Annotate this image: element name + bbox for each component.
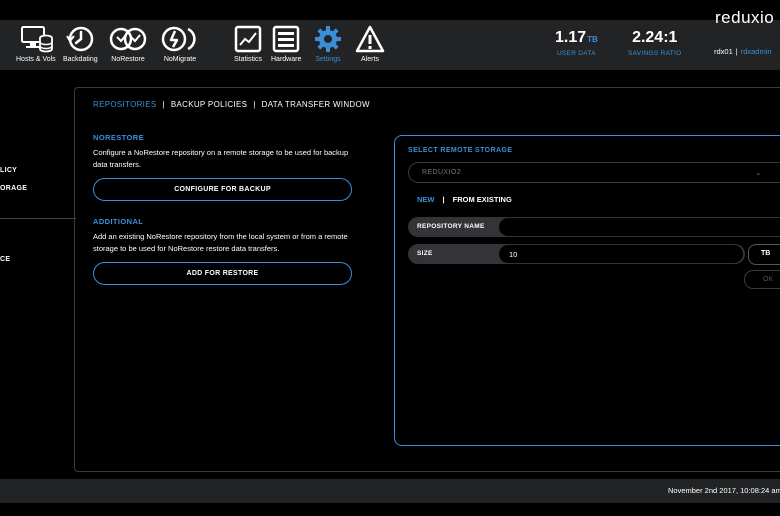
tab-data-transfer-window[interactable]: DATA TRANSFER WINDOW <box>262 100 370 109</box>
session-info: rdx01 | rdxadmin <box>714 47 772 56</box>
user-name-link[interactable]: rdxadmin <box>741 47 772 56</box>
toolbar-item-label: Hosts & Vols <box>16 56 56 63</box>
leftnav-item-ce[interactable]: CE <box>0 256 10 263</box>
toolbar-item-label: NoMigrate <box>163 56 197 63</box>
repository-name-row: REPOSITORY NAME <box>408 217 780 237</box>
alerts-warning-icon <box>354 24 386 54</box>
brand-logo: reduxio <box>715 8 775 27</box>
settings-tabs: REPOSITORIES | BACKUP POLICIES | DATA TRANSF… <box>93 100 370 109</box>
nomigrate-icon <box>160 24 200 54</box>
footer-bar: November 2nd 2017, 10:08:24 am <box>0 479 780 503</box>
ok-button[interactable]: OK <box>744 270 780 289</box>
toolbar-norestore[interactable]: NoRestore <box>109 24 147 63</box>
settings-gear-icon <box>313 24 343 54</box>
toolbar-statistics[interactable]: Statistics <box>233 24 263 63</box>
mode-from-existing-tab[interactable]: FROM EXISTING <box>453 195 512 204</box>
toolbar-item-label: Settings <box>315 56 341 63</box>
savings-ratio-value: 2.24:1 <box>632 29 678 46</box>
size-input[interactable] <box>499 245 743 263</box>
size-row: SIZE <box>408 244 745 264</box>
remote-storage-selected: REDUXIO2 <box>422 169 461 176</box>
top-band <box>0 0 780 20</box>
user-data-unit: TB <box>587 35 598 44</box>
leftnav-item-policy[interactable]: LICY <box>0 167 17 174</box>
mode-new-tab[interactable]: NEW <box>417 195 435 204</box>
tab-repositories[interactable]: REPOSITORIES <box>93 100 156 109</box>
toolbar-item-label: Hardware <box>271 56 302 63</box>
hardware-icon <box>271 24 301 54</box>
bottom-band <box>0 503 780 516</box>
add-for-restore-button[interactable]: ADD FOR RESTORE <box>93 262 352 285</box>
toolbar-item-label: Statistics <box>233 56 262 63</box>
toolbar-alerts[interactable]: Alerts <box>354 24 386 63</box>
norestore-section-description: Configure a NoRestore repository on a re… <box>93 148 349 169</box>
remote-storage-select[interactable]: REDUXIO2 ⌄ <box>408 162 780 183</box>
mode-separator: | <box>442 195 445 204</box>
toolbar-settings[interactable]: Settings <box>313 24 343 63</box>
toolbar-nomigrate[interactable]: NoMigrate <box>160 24 200 63</box>
remote-storage-title: SELECT REMOTE STORAGE <box>408 147 513 154</box>
tab-backup-policies[interactable]: BACKUP POLICIES <box>171 100 247 109</box>
chevron-down-icon: ⌄ <box>755 168 763 177</box>
tab-separator: | <box>162 100 165 109</box>
user-data-label: USER DATA <box>556 50 596 57</box>
repository-mode-toggle: NEW | FROM EXISTING <box>417 195 512 204</box>
main-toolbar: Hosts & Vols Backdating NoRestore NoMigr… <box>0 20 780 70</box>
host-name: rdx01 <box>714 47 733 56</box>
user-data-stat: 1.17TB USER DATA <box>555 29 598 57</box>
toolbar-hardware[interactable]: Hardware <box>271 24 301 63</box>
savings-ratio-stat: 2.24:1 SAVINGS RATIO <box>628 29 682 57</box>
backdating-icon <box>64 24 96 54</box>
toolbar-item-label: NoRestore <box>111 56 145 63</box>
savings-ratio-label: SAVINGS RATIO <box>628 50 682 57</box>
toolbar-backdating[interactable]: Backdating <box>63 24 98 63</box>
statistics-icon <box>233 24 263 54</box>
repository-name-label: REPOSITORY NAME <box>417 223 485 230</box>
toolbar-item-label: Backdating <box>63 56 98 63</box>
repository-name-input[interactable] <box>499 218 780 236</box>
user-data-value: 1.17 <box>555 29 587 46</box>
leftnav-divider <box>0 218 76 219</box>
additional-section-description: Add an existing NoRestore repository fro… <box>93 232 348 253</box>
footer-timestamp: November 2nd 2017, 10:08:24 am <box>668 486 780 495</box>
session-separator: | <box>735 47 738 56</box>
norestore-section-title: NORESTORE <box>93 133 144 142</box>
hosts-volumes-icon <box>18 24 54 54</box>
size-unit-select[interactable]: TB <box>748 244 780 265</box>
additional-section-title: ADDITIONAL <box>93 217 144 226</box>
tab-separator: | <box>253 100 256 109</box>
toolbar-hosts-vols[interactable]: Hosts & Vols <box>16 24 56 63</box>
configure-for-backup-button[interactable]: CONFIGURE FOR BACKUP <box>93 178 352 201</box>
leftnav-item-storage[interactable]: ORAGE <box>0 185 27 192</box>
toolbar-item-label: Alerts <box>361 56 379 63</box>
norestore-icon <box>109 24 147 54</box>
size-label: SIZE <box>417 250 433 257</box>
